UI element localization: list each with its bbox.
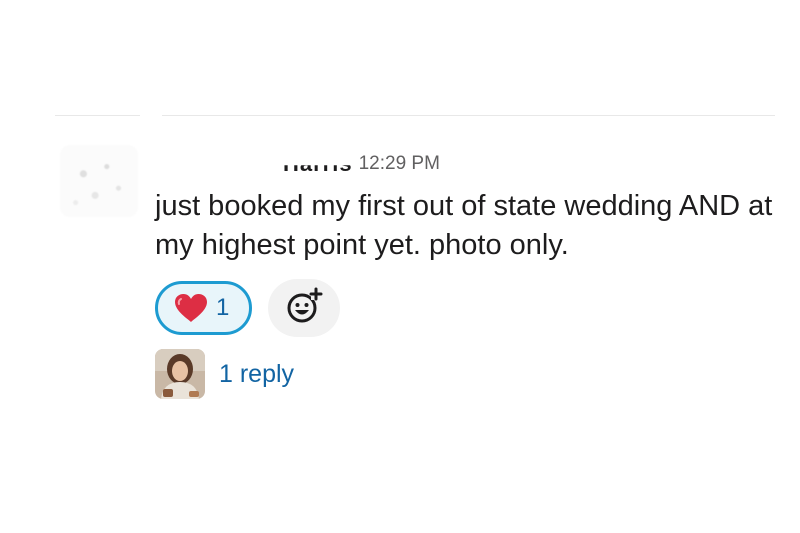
message-text: just booked my first out of state weddin… xyxy=(155,190,773,261)
message-divider xyxy=(55,115,775,116)
heart-reaction-button[interactable]: 1 xyxy=(155,281,253,335)
thread-summary[interactable]: 1 reply xyxy=(155,349,294,399)
reply-count-link[interactable]: 1 reply xyxy=(219,360,294,389)
sender-name[interactable]: Harris xyxy=(283,165,353,177)
red-heart-icon xyxy=(174,293,208,323)
replier-avatar[interactable] xyxy=(155,349,205,399)
reaction-count: 1 xyxy=(216,294,230,321)
message-timestamp[interactable]: 12:29 PM xyxy=(359,153,440,175)
sender-avatar[interactable] xyxy=(60,145,138,217)
add-reaction-button[interactable] xyxy=(268,279,341,337)
message-view: Harris 12:29 PM just booked my first out… xyxy=(0,0,800,533)
add-emoji-icon xyxy=(284,286,324,331)
message-header: Harris 12:29 PM xyxy=(155,150,440,178)
reaction-bar: 1 xyxy=(155,279,341,337)
